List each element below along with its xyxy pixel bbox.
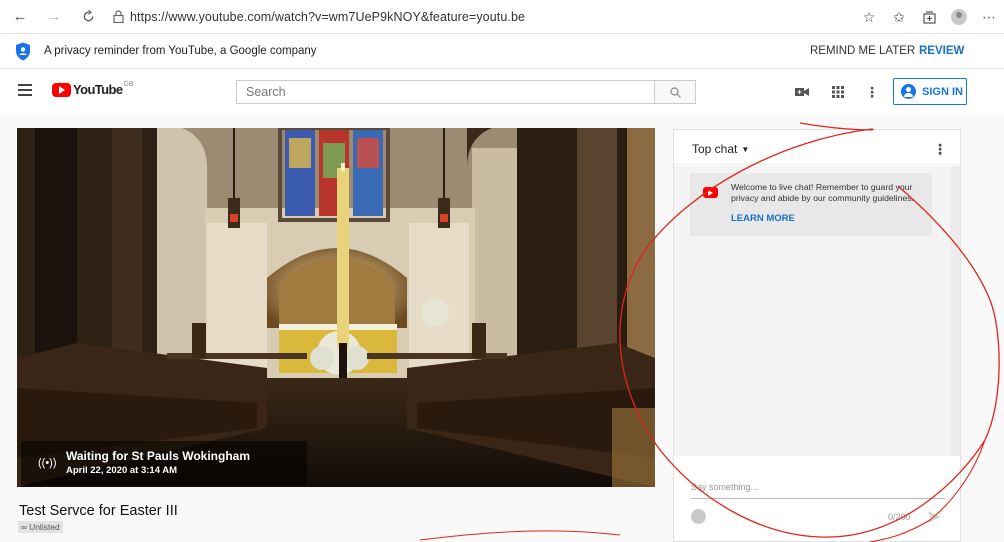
privacy-banner: A privacy reminder from YouTube, a Googl… <box>0 34 1004 69</box>
play-logo-icon <box>52 82 71 97</box>
emoji-icon[interactable] <box>691 509 706 524</box>
live-chat-panel: Top chat ▼ ⋮ Welcome to live chat! Rememb… <box>673 129 961 542</box>
more-dots-icon[interactable]: ⋯ <box>974 2 1004 32</box>
search-icon <box>669 86 681 98</box>
live-scheduled-time: April 22, 2020 at 3:14 AM <box>66 465 178 476</box>
collections-icon[interactable] <box>914 2 944 32</box>
refresh-icon[interactable] <box>77 6 99 28</box>
chat-mode-label: Top chat <box>692 142 738 156</box>
sign-in-label: SIGN IN <box>922 85 963 98</box>
chat-scrollbar[interactable] <box>950 166 960 456</box>
caret-down-icon: ▼ <box>741 145 750 154</box>
review-button[interactable]: REVIEW <box>919 45 964 57</box>
account-icon <box>901 84 916 99</box>
address-bar[interactable]: https://www.youtube.com/watch?v=wm7UeP9k… <box>130 10 525 24</box>
search-input[interactable]: Search <box>236 80 654 104</box>
youtube-logo[interactable]: YouTube GB <box>52 81 134 97</box>
apps-grid-icon[interactable] <box>830 83 846 101</box>
video-player[interactable] <box>17 128 655 487</box>
menu-icon[interactable] <box>18 84 32 96</box>
back-arrow-icon[interactable]: ← <box>9 6 31 28</box>
chat-more-icon[interactable]: ⋮ <box>933 141 947 158</box>
chat-message-input[interactable]: Say something... <box>691 482 945 499</box>
profile-avatar[interactable] <box>944 2 974 32</box>
logo-text: YouTube <box>73 82 123 97</box>
welcome-text: Welcome to live chat! Remember to guard … <box>731 182 915 203</box>
video-title: Test Servce for Easter III <box>19 503 178 519</box>
sign-in-button[interactable]: SIGN IN <box>893 78 967 105</box>
remind-me-later-button[interactable]: REMIND ME LATER <box>810 45 915 57</box>
link-icon: ∞ <box>21 522 28 532</box>
church-interior-thumbnail <box>17 128 655 487</box>
character-count: 0/200 <box>888 512 911 522</box>
chat-mode-dropdown[interactable]: Top chat ▼ <box>692 142 749 156</box>
live-status-overlay: ((•)) Waiting for St Pauls Wokingham Apr… <box>21 441 307 485</box>
favorite-star-icon[interactable]: ☆ <box>854 2 884 32</box>
create-video-icon[interactable] <box>794 83 810 101</box>
live-broadcast-icon: ((•)) <box>38 457 57 469</box>
learn-more-link[interactable]: LEARN MORE <box>731 213 795 224</box>
browser-toolbar: ← → https://www.youtube.com/watch?v=wm7U… <box>0 0 1004 34</box>
visibility-label: Unlisted <box>29 522 60 532</box>
live-waiting-title: Waiting for St Pauls Wokingham <box>66 449 251 463</box>
search-button[interactable] <box>654 80 696 104</box>
chat-welcome-message: Welcome to live chat! Remember to guard … <box>690 173 932 236</box>
unlisted-badge: ∞ Unlisted <box>18 521 63 533</box>
settings-more-icon[interactable]: ⋮ <box>864 83 880 101</box>
favorites-list-icon[interactable]: ✩ <box>884 2 914 32</box>
forward-arrow-icon[interactable]: → <box>43 6 65 28</box>
chat-messages[interactable]: Welcome to live chat! Remember to guard … <box>674 166 950 456</box>
privacy-message: A privacy reminder from YouTube, a Googl… <box>44 45 317 57</box>
send-icon[interactable] <box>928 510 941 523</box>
region-code: GB <box>123 81 134 88</box>
youtube-header: YouTube GB Search ⋮ SIGN IN <box>0 69 1004 115</box>
youtube-logo-icon <box>703 187 718 198</box>
chat-header: Top chat ▼ ⋮ <box>674 130 960 165</box>
lock-icon <box>113 10 124 23</box>
shield-user-icon <box>15 41 31 61</box>
